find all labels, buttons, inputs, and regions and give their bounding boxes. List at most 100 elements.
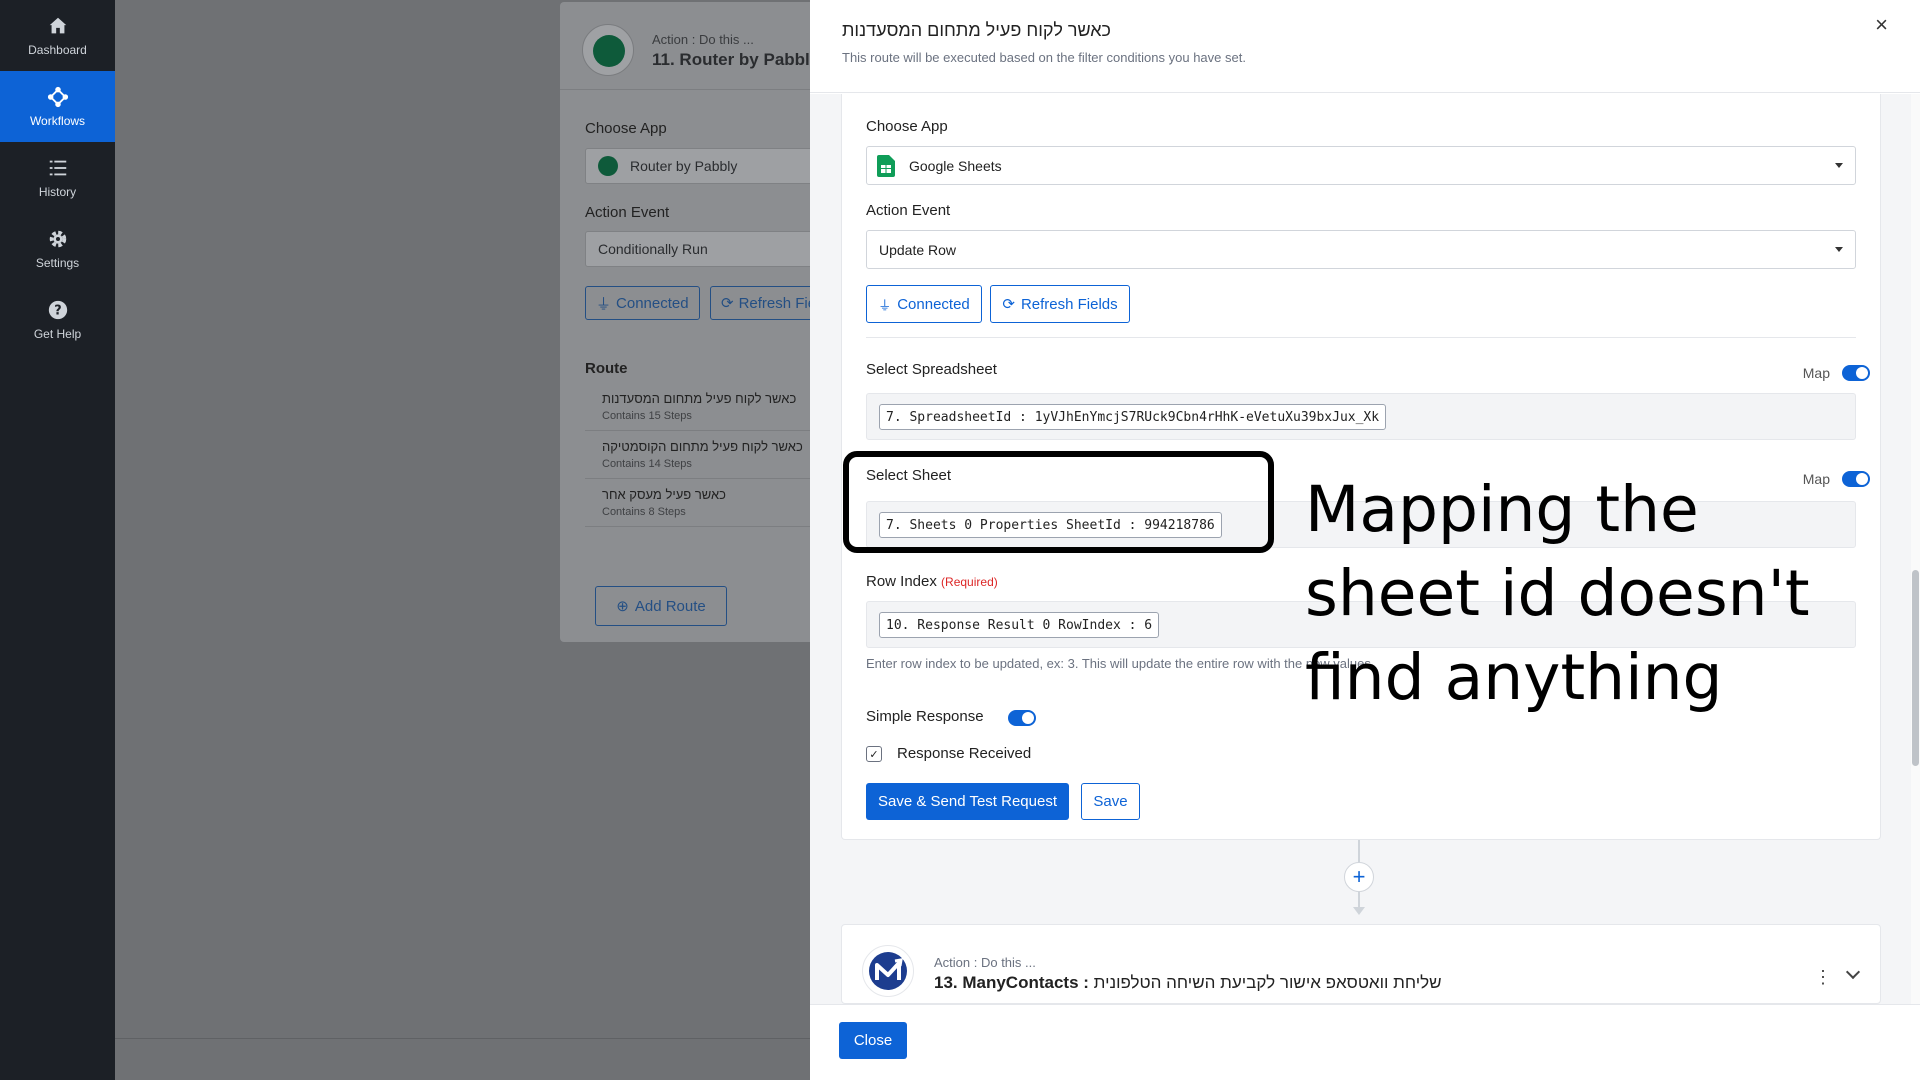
next-step-name: שליחת וואטסאפ אישור לקביעת השיחה הטלפוני… <box>1093 973 1442 992</box>
choose-app-value: Google Sheets <box>909 157 1002 174</box>
panel-subtitle: This route will be executed based on the… <box>842 50 1246 65</box>
next-step-title: 13. ManyContacts : שליחת וואטסאפ אישור ל… <box>934 973 1442 993</box>
flow-connector <box>1358 840 1360 862</box>
nav-dashboard[interactable]: Dashboard <box>0 0 115 71</box>
response-received-checkbox[interactable]: ✓ <box>866 746 882 762</box>
history-icon <box>49 160 66 175</box>
close-icon[interactable]: × <box>1875 12 1888 38</box>
connected-label: Connected <box>897 295 970 313</box>
route-item[interactable]: כאשר פעיל מעסק אחר Contains 8 Steps <box>585 487 820 527</box>
router-connected-label: Connected <box>616 294 689 312</box>
left-nav: Dashboard Workflows History Settings ? G… <box>0 0 115 1080</box>
nav-history-label: History <box>38 184 77 199</box>
router-app-icon <box>582 24 634 76</box>
save-button[interactable]: Save <box>1081 783 1140 820</box>
simple-response-toggle[interactable] <box>1008 710 1036 726</box>
router-refresh-button[interactable]: ⟳ Refresh Fields <box>710 286 820 320</box>
choose-app-label: Choose App <box>866 118 948 135</box>
help-icon: ? <box>48 300 67 319</box>
route-name: כאשר לקוח פעיל מתחום המסעדנות <box>602 391 797 406</box>
spreadsheet-token[interactable]: 7. SpreadsheetId : 1yVJhEnYmcjS7RUck9Cbn… <box>879 404 1387 430</box>
choose-app-select[interactable]: Google Sheets <box>866 146 1856 185</box>
panel-title: כאשר לקוח פעיל מתחום המסעדנות <box>842 20 1111 40</box>
nav-workflows[interactable]: Workflows <box>0 71 115 142</box>
action-event-select[interactable]: Update Row <box>866 230 1856 269</box>
close-button[interactable]: Close <box>839 1022 907 1059</box>
nav-get-help-label: Get Help <box>33 326 82 341</box>
panel-footer: Close <box>810 1004 1920 1080</box>
connected-button[interactable]: ⏚ Connected <box>866 285 982 323</box>
router-refresh-label: Refresh Fields <box>738 294 820 312</box>
router-choose-app-select[interactable]: Router by Pabbly <box>585 148 820 184</box>
nav-settings-label: Settings <box>35 255 80 270</box>
route-name: כאשר פעיל מעסק אחר <box>602 487 726 502</box>
refresh-icon: ⟳ <box>1002 296 1015 313</box>
section-divider <box>866 337 1856 338</box>
add-step-button[interactable]: + <box>1344 862 1374 892</box>
panel-scrollbar-thumb[interactable] <box>1912 570 1919 766</box>
route-heading: Route <box>585 360 628 377</box>
backdrop-divider <box>115 1038 815 1039</box>
chevron-down-icon[interactable] <box>1845 964 1861 980</box>
router-icon <box>598 156 618 176</box>
nav-dashboard-label: Dashboard <box>28 42 87 57</box>
svg-text:?: ? <box>54 303 61 318</box>
spreadsheet-map-field[interactable]: 7. SpreadsheetId : 1yVJhEnYmcjS7RUck9Cbn… <box>866 393 1856 440</box>
router-step-card: Action : Do this ... 11. Router by Pabbl… <box>560 2 820 642</box>
router-connected-button[interactable]: ⏚ Connected <box>585 286 700 320</box>
router-choose-app-value: Router by Pabbly <box>630 158 738 174</box>
nav-settings[interactable]: Settings <box>0 213 115 284</box>
manycontacts-app-icon <box>862 945 914 997</box>
spreadsheet-map-toggle[interactable] <box>1842 365 1870 381</box>
router-choose-app-label: Choose App <box>585 120 667 137</box>
row-index-label: Row Index <box>866 573 937 590</box>
route-name: כאשר לקוח פעיל מתחום הקוסמטיקה <box>602 439 803 454</box>
gear-icon <box>49 230 66 247</box>
router-action-event-value: Conditionally Run <box>598 241 708 257</box>
router-action-event-select[interactable]: Conditionally Run <box>585 231 820 267</box>
action-event-label: Action Event <box>866 202 951 219</box>
add-route-button[interactable]: ⊕ Add Route <box>595 586 727 626</box>
plug-icon: ⏚ <box>596 295 612 313</box>
route-steps: Contains 15 Steps <box>602 410 692 422</box>
annotation-highlight-box <box>843 451 1274 553</box>
spreadsheet-map-label: Map <box>1802 365 1830 381</box>
add-route-label: Add Route <box>634 597 706 615</box>
chevron-down-icon <box>1835 247 1843 252</box>
next-step-prefix: Action : Do this ... <box>934 955 1036 970</box>
route-item[interactable]: כאשר לקוח פעיל מתחום הקוסמטיקה Contains … <box>585 439 820 479</box>
plus-circle-icon: ⊕ <box>616 598 629 615</box>
route-list: Route כאשר לקוח פעיל מתחום המסעדנות Cont… <box>585 360 820 565</box>
nav-workflows-label: Workflows <box>29 113 86 128</box>
row-index-token[interactable]: 10. Response Result 0 RowIndex : 6 <box>879 612 1160 638</box>
route-item[interactable]: כאשר לקוח פעיל מתחום המסעדנות Contains 1… <box>585 391 820 431</box>
row-index-help-text: Enter row index to be updated, ex: 3. Th… <box>866 656 1375 671</box>
panel-scrollbar[interactable] <box>1911 94 1920 1004</box>
refresh-fields-label: Refresh Fields <box>1020 295 1118 313</box>
kebab-menu-icon[interactable]: ⋮ <box>1814 967 1832 988</box>
home-icon <box>49 17 66 33</box>
router-step-header: Action : Do this ... 11. Router by Pabbl… <box>560 2 820 90</box>
row-index-label-group: Row Index (Required) <box>866 573 998 590</box>
google-sheets-icon <box>877 154 895 177</box>
spreadsheet-map-toggle-group: Map <box>1803 365 1870 381</box>
arrow-down-icon <box>1353 907 1365 915</box>
chevron-down-icon <box>1835 163 1843 168</box>
route-steps: Contains 14 Steps <box>602 458 692 470</box>
refresh-fields-button[interactable]: ⟳ Refresh Fields <box>990 285 1130 323</box>
router-step-prefix: Action : Do this ... <box>652 32 754 47</box>
workflows-icon <box>47 86 68 107</box>
router-action-event-label: Action Event <box>585 204 670 221</box>
nav-history[interactable]: History <box>0 142 115 213</box>
response-received-label: Response Received <box>897 745 1032 762</box>
simple-response-label: Simple Response <box>866 708 984 725</box>
save-send-test-button[interactable]: Save & Send Test Request <box>866 783 1069 820</box>
router-step-title: 11. Router by Pabbly <box>652 50 820 69</box>
select-spreadsheet-label: Select Spreadsheet <box>866 361 997 378</box>
nav-get-help[interactable]: ? Get Help <box>0 284 115 355</box>
panel-header: כאשר לקוח פעיל מתחום המסעדנות This route… <box>810 0 1920 93</box>
manycontacts-step-card[interactable]: Action : Do this ... 13. ManyContacts : … <box>841 924 1881 1004</box>
flow-connector <box>1358 892 1360 908</box>
action-event-value: Update Row <box>879 241 957 258</box>
route-steps: Contains 8 Steps <box>602 506 686 518</box>
